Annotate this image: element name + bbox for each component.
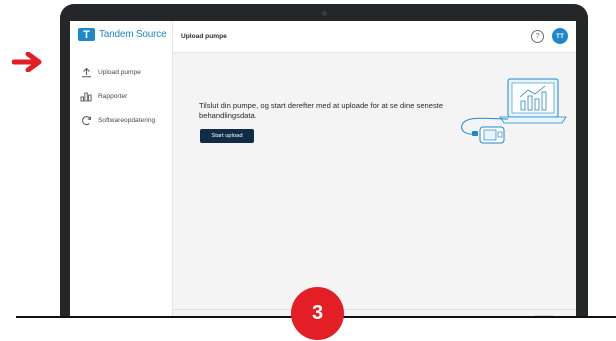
sidebar-item-label: Upload pumpe xyxy=(98,68,141,76)
upload-icon xyxy=(79,66,93,78)
sidebar-item-upload[interactable]: Upload pumpe xyxy=(79,62,155,82)
page-title: Upload pumpe xyxy=(181,33,227,40)
step-number-badge: 3 xyxy=(291,287,344,340)
help-icon[interactable]: ? xyxy=(531,30,544,43)
laptop-frame: T Tandem Source Upload pumpe Rapporter S… xyxy=(60,4,588,318)
camera-dot xyxy=(322,11,327,16)
reports-icon xyxy=(79,90,93,102)
brand-name: Tandem Source xyxy=(99,29,167,40)
sidebar-item-software-update[interactable]: Softwareopdatering xyxy=(79,110,155,130)
start-upload-button[interactable]: Start upload xyxy=(200,129,254,143)
refresh-icon xyxy=(79,114,93,126)
tandem-logo-icon: T xyxy=(78,28,95,41)
pump-to-laptop-icon xyxy=(461,78,567,144)
upload-instruction: Tilslut din pumpe, og start derefter med… xyxy=(199,101,444,120)
sidebar: T Tandem Source Upload pumpe Rapporter S… xyxy=(70,21,173,318)
top-header: Upload pumpe ? TT xyxy=(173,21,576,53)
brand-logo[interactable]: T Tandem Source xyxy=(78,28,167,41)
arrow-right-icon xyxy=(12,52,42,72)
sidebar-item-label: Softwareopdatering xyxy=(98,116,156,124)
avatar[interactable]: TT xyxy=(552,28,568,44)
sidebar-item-label: Rapporter xyxy=(98,92,128,100)
sidebar-nav: Upload pumpe Rapporter Softwareopdaterin… xyxy=(79,62,155,134)
sidebar-item-reports[interactable]: Rapporter xyxy=(79,86,155,106)
app-screen: T Tandem Source Upload pumpe Rapporter S… xyxy=(70,21,576,318)
